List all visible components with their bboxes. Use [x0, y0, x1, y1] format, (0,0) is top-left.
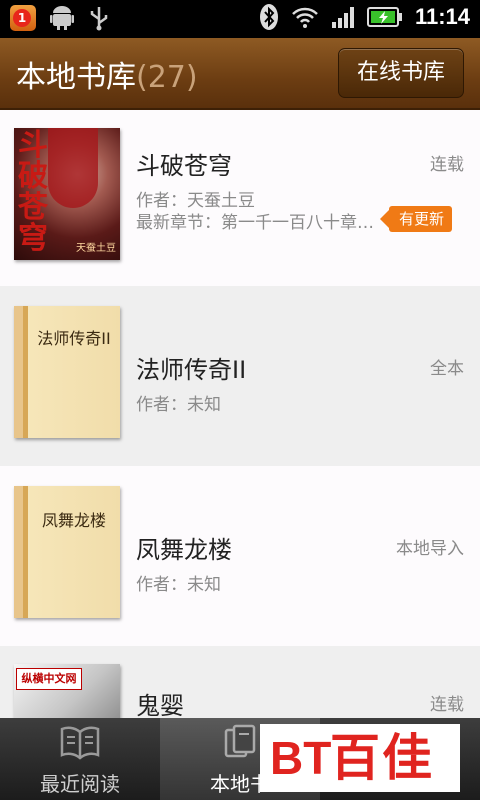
book-cover: 法师传奇II — [14, 306, 120, 438]
book-status: 连载 — [430, 695, 464, 715]
book-title: 斗破苍穹 — [136, 152, 232, 180]
book-cover: 凤舞龙楼 — [14, 486, 120, 618]
book-title: 鬼婴 — [136, 692, 184, 718]
cover-title: 法师传奇II — [37, 329, 111, 348]
book-status: 本地导入 — [396, 539, 464, 559]
book-status: 连载 — [430, 155, 464, 175]
title-text: 本地书库 — [16, 60, 136, 95]
book-title: 凤舞龙楼 — [136, 536, 232, 564]
tab-recent-reading[interactable]: 最近阅读 — [0, 718, 160, 800]
book-cover: 斗破苍穹 天蚕土豆 — [14, 128, 120, 260]
book-list: 斗破苍穹 天蚕土豆 斗破苍穹 连载 作者：天蚕土豆 最新章节：第一千一百八十章…… — [0, 110, 480, 718]
watermark-mark: BT — [270, 732, 332, 784]
update-badge: 有更新 — [379, 206, 452, 232]
book-author: 作者：未知 — [136, 575, 221, 595]
book-count: (27) — [136, 60, 198, 95]
battery-charging-icon — [366, 7, 402, 27]
watermark-text: 百佳 — [330, 729, 434, 787]
list-item[interactable]: 斗破苍穹 天蚕土豆 斗破苍穹 连载 作者：天蚕土豆 最新章节：第一千一百八十章…… — [0, 110, 480, 292]
list-item[interactable]: 纵横中文网 鬼婴 连载 — [0, 646, 480, 718]
book-author: 作者：未知 — [136, 395, 221, 415]
app-notification-icon[interactable]: 1 — [10, 5, 36, 31]
page-title: 本地书库(27) — [16, 52, 198, 96]
tab-label: 最近阅读 — [40, 772, 120, 796]
cover-author: 天蚕土豆 — [76, 243, 116, 254]
cover-art — [48, 128, 98, 208]
latest-chapter: 最新章节：第一千一百八十章… — [136, 213, 374, 233]
list-item[interactable]: 法师传奇II 法师传奇II 全本 作者：未知 — [0, 286, 480, 468]
book-status: 全本 — [430, 359, 464, 379]
watermark-logo: BT 百佳 — [260, 724, 460, 792]
book-cover: 纵横中文网 — [14, 664, 120, 718]
bluetooth-icon — [259, 4, 278, 30]
app-header: 本地书库(27) 在线书库 — [0, 38, 480, 110]
wifi-icon — [292, 7, 318, 28]
cover-title: 凤舞龙楼 — [41, 511, 106, 530]
online-library-button[interactable]: 在线书库 — [338, 48, 464, 98]
list-item[interactable]: 凤舞龙楼 凤舞龙楼 本地导入 作者：未知 — [0, 466, 480, 648]
signal-icon — [331, 7, 354, 28]
clock: 11:14 — [414, 4, 470, 29]
notification-count: 1 — [13, 9, 31, 27]
android-icon — [50, 6, 74, 30]
cover-logo: 纵横中文网 — [16, 668, 82, 690]
book-title: 法师传奇II — [136, 356, 247, 384]
cover-title: 斗破苍穹 — [18, 128, 48, 256]
usb-icon — [90, 7, 108, 31]
open-book-icon — [60, 726, 100, 760]
status-bar: 1 11:14 — [0, 0, 480, 38]
books-icon — [224, 724, 256, 758]
